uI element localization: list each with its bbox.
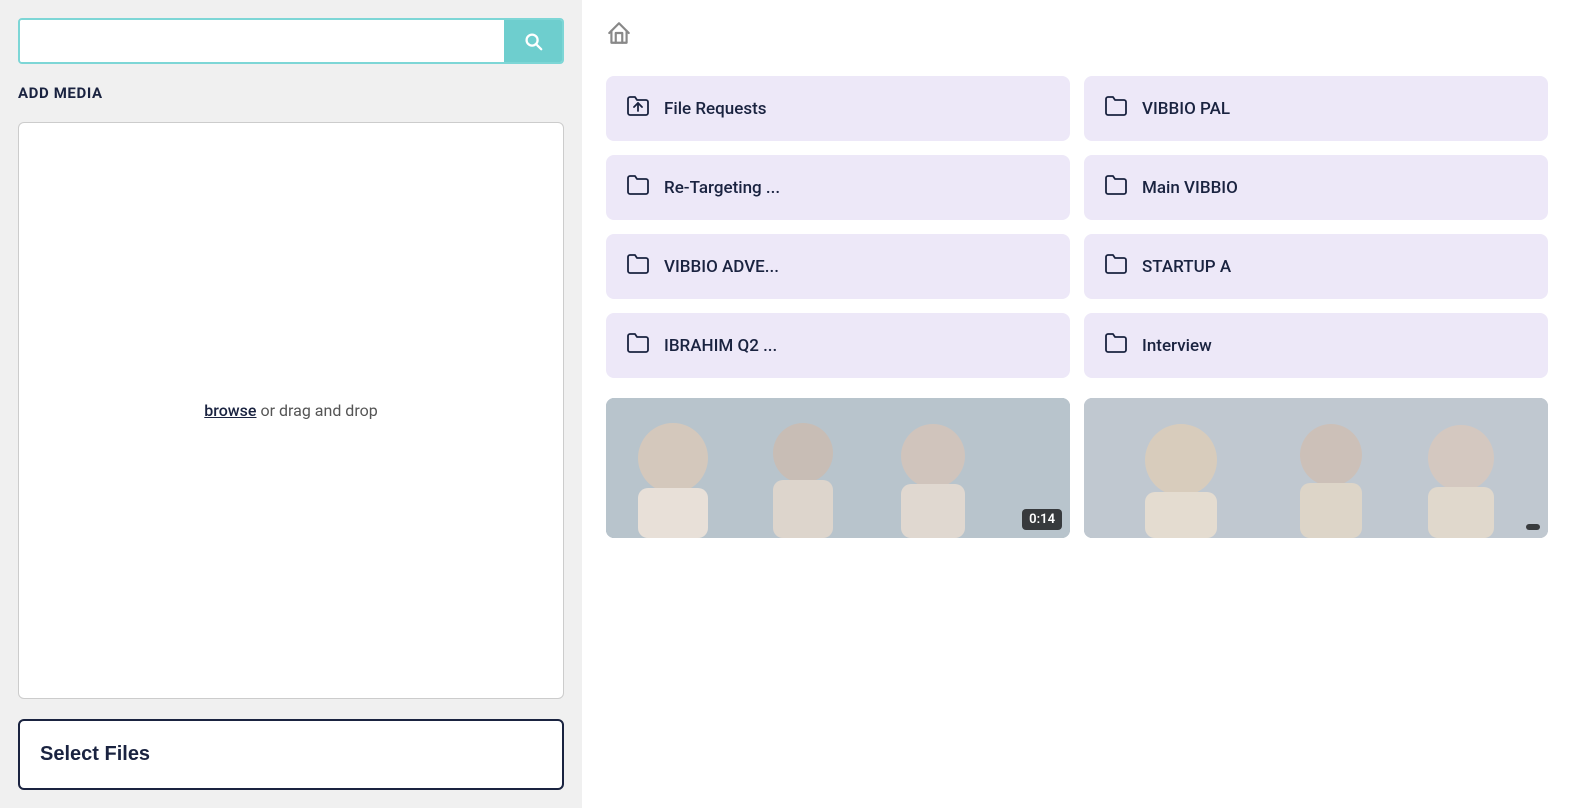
folder-item-main-vibbio[interactable]: Main VIBBIO [1084, 155, 1548, 220]
folder-name: Re-Targeting ... [664, 178, 780, 198]
folder-icon [626, 252, 650, 281]
video-duration-2 [1526, 524, 1540, 530]
browse-link[interactable]: browse [204, 401, 256, 420]
folder-icon [1104, 94, 1128, 123]
add-media-label: ADD MEDIA [18, 84, 564, 102]
video-thumb-1[interactable]: 0:14 [606, 398, 1070, 538]
folder-icon [1104, 173, 1128, 202]
left-panel: ADD MEDIA browse or drag and drop Select… [0, 0, 582, 808]
video-duration-1: 0:14 [1022, 509, 1062, 530]
folder-item-retargeting[interactable]: Re-Targeting ... [606, 155, 1070, 220]
drop-zone-text: browse or drag and drop [204, 401, 377, 420]
folder-item-startup-a[interactable]: STARTUP A [1084, 234, 1548, 299]
folder-name: File Requests [664, 99, 767, 119]
search-bar [18, 18, 564, 64]
folder-name: VIBBIO ADVE... [664, 257, 779, 277]
videos-grid: 0:14 [606, 398, 1548, 538]
folder-upload-icon [626, 94, 650, 123]
folder-item-ibrahim-q2[interactable]: IBRAHIM Q2 ... [606, 313, 1070, 378]
folder-icon [626, 173, 650, 202]
folder-item-vibbio-pal[interactable]: VIBBIO PAL [1084, 76, 1548, 141]
select-files-button[interactable]: Select Files [18, 719, 564, 790]
folder-grid: File Requests VIBBIO PAL Re-Targeting ..… [606, 76, 1548, 378]
video-thumb-inner-1 [606, 398, 1070, 538]
right-panel: File Requests VIBBIO PAL Re-Targeting ..… [582, 0, 1572, 808]
folder-name: Interview [1142, 336, 1212, 356]
folder-name: VIBBIO PAL [1142, 99, 1230, 119]
breadcrumb-bar [606, 20, 1548, 52]
home-icon[interactable] [606, 20, 632, 52]
search-button[interactable] [504, 20, 562, 62]
folder-item-vibbio-adve[interactable]: VIBBIO ADVE... [606, 234, 1070, 299]
drop-zone[interactable]: browse or drag and drop [18, 122, 564, 699]
video-thumb-inner-2 [1084, 398, 1548, 538]
folder-icon [1104, 331, 1128, 360]
folder-name: Main VIBBIO [1142, 178, 1238, 198]
search-input[interactable] [20, 20, 504, 62]
search-icon [522, 30, 544, 52]
video-thumb-2[interactable] [1084, 398, 1548, 538]
folder-item-interview[interactable]: Interview [1084, 313, 1548, 378]
folder-name: IBRAHIM Q2 ... [664, 336, 777, 356]
drag-drop-text: or drag and drop [257, 401, 378, 420]
folder-name: STARTUP A [1142, 257, 1231, 277]
folder-icon [1104, 252, 1128, 281]
folder-icon [626, 331, 650, 360]
folder-item-file-requests[interactable]: File Requests [606, 76, 1070, 141]
